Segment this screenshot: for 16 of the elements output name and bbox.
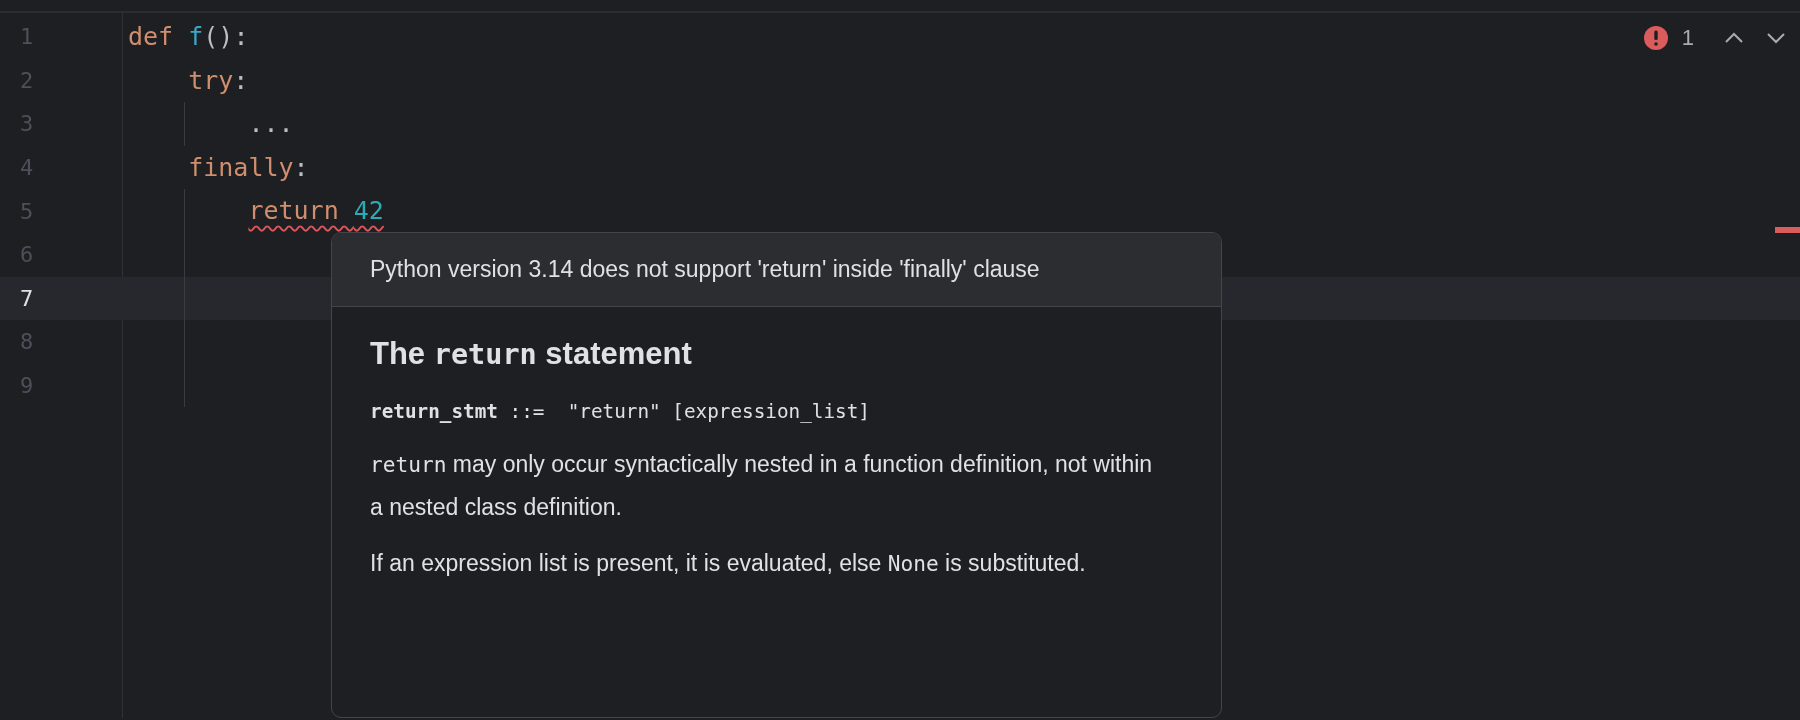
chevron-up-icon bbox=[1724, 31, 1744, 44]
chevron-down-icon bbox=[1766, 31, 1786, 44]
code-text: return 42 bbox=[248, 195, 384, 228]
error-stripe-marker[interactable] bbox=[1775, 227, 1800, 233]
code-text: def f(): bbox=[128, 21, 249, 54]
error-icon[interactable] bbox=[1643, 25, 1668, 50]
grammar-rule: return_stmt ::= "return" [expression_list] bbox=[370, 398, 871, 425]
doc-paragraph: If an expression list is present, it is evaluated, else None is substituted. bbox=[370, 549, 1087, 578]
doc-paragraph: return may only occur syntactically nested in a function definition, not within a nested class definition. bbox=[370, 450, 1154, 522]
error-message: Python version 3.14 does not support 'return' inside 'finally' clause bbox=[370, 255, 1040, 285]
problem-count: 1 bbox=[1681, 24, 1694, 52]
code-text: try: bbox=[188, 64, 249, 97]
code-text: ... bbox=[248, 108, 294, 141]
code-text: finally: bbox=[188, 151, 309, 184]
line-number: 7 bbox=[19, 284, 35, 313]
doc-title: The return statement bbox=[370, 335, 693, 373]
